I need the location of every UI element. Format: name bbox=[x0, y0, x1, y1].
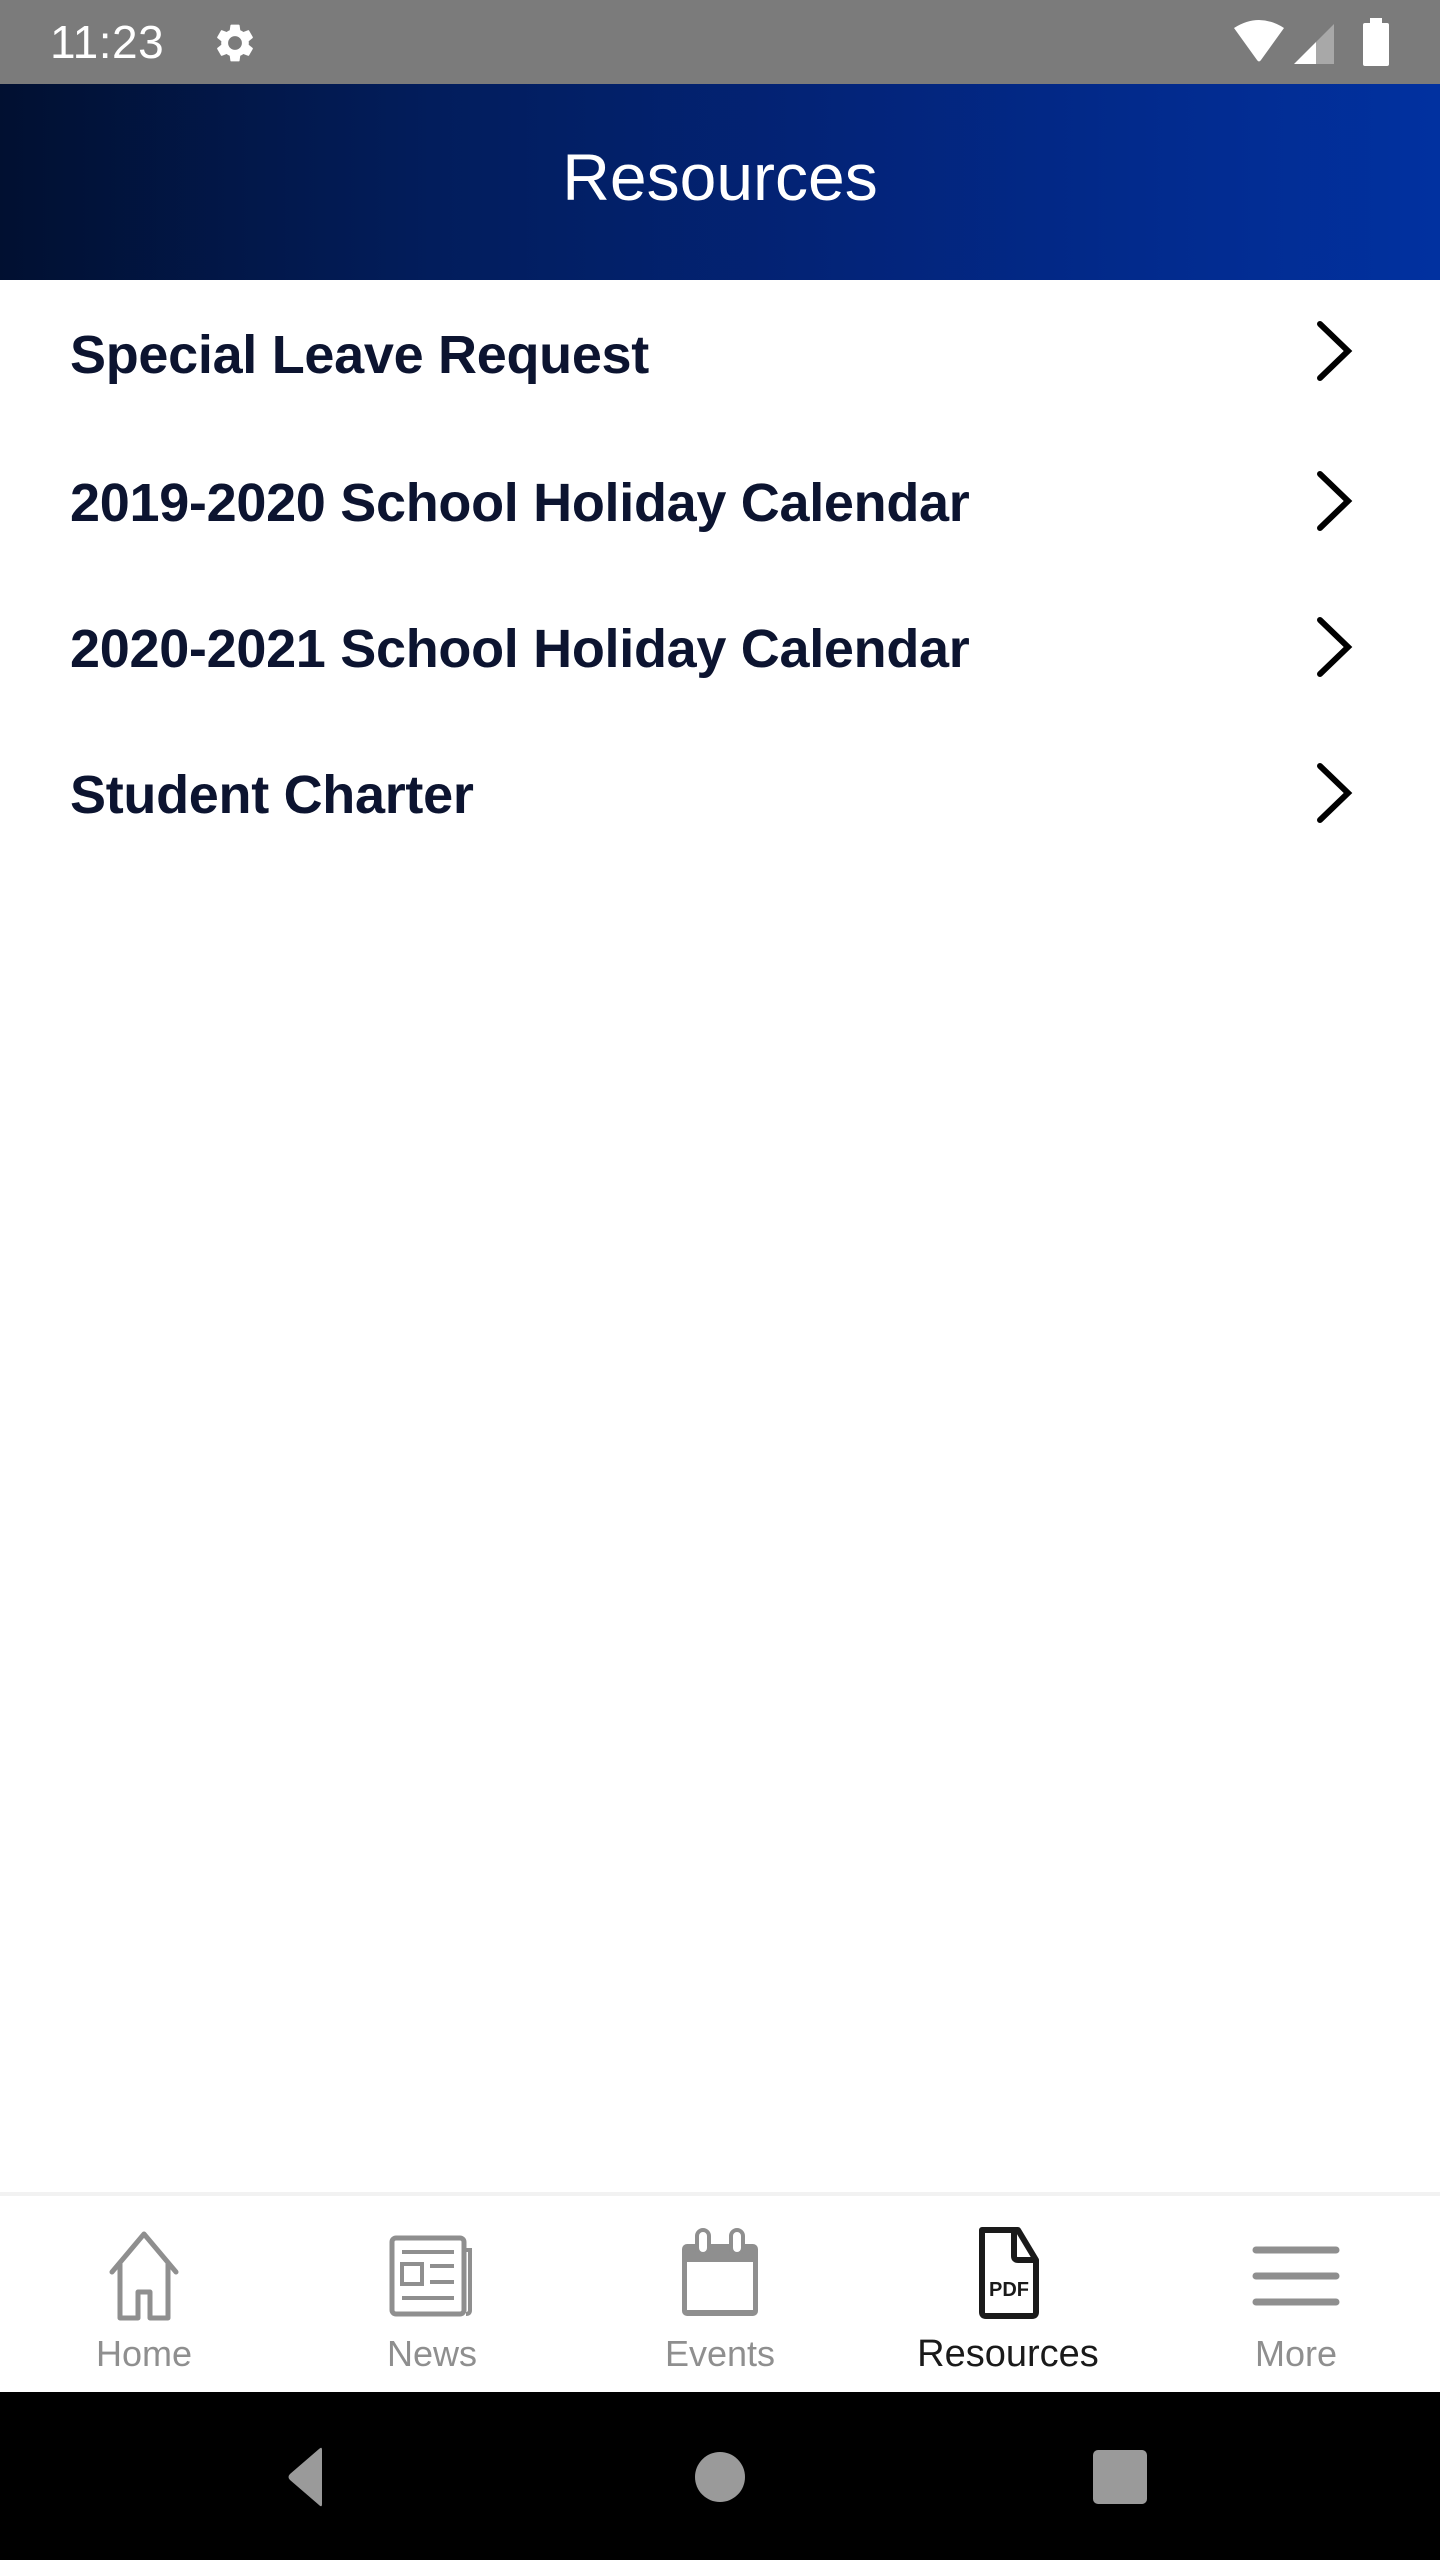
svg-text:PDF: PDF bbox=[989, 2279, 1029, 2301]
resource-item-special-leave-request[interactable]: Special Leave Request bbox=[0, 280, 1440, 430]
home-circle-icon[interactable] bbox=[675, 2432, 765, 2522]
app-header: Resources bbox=[0, 84, 1440, 280]
wifi-icon bbox=[1234, 20, 1284, 62]
nav-label-events: Events bbox=[664, 2333, 776, 2374]
home-icon bbox=[109, 2231, 179, 2321]
pdf-file-icon: PDF bbox=[979, 2227, 1039, 2319]
resource-label: Special Leave Request bbox=[70, 325, 649, 385]
battery-icon bbox=[1363, 18, 1389, 66]
nav-tab-events[interactable]: Events bbox=[576, 2196, 864, 2392]
resource-list: Special Leave Request 2019-2020 School H… bbox=[0, 280, 1440, 868]
nav-tab-home[interactable]: Home bbox=[0, 2196, 288, 2392]
nav-tab-resources[interactable]: PDF Resources bbox=[864, 2196, 1152, 2392]
resource-item-2019-2020-holiday-calendar[interactable]: 2019-2020 School Holiday Calendar bbox=[0, 430, 1440, 576]
nav-tab-news[interactable]: News bbox=[288, 2196, 576, 2392]
chevron-right-icon bbox=[1317, 763, 1353, 823]
chevron-right-icon bbox=[1317, 471, 1353, 531]
status-time: 11:23 bbox=[50, 16, 165, 68]
resource-label: Student Charter bbox=[70, 765, 474, 825]
nav-label-home: Home bbox=[95, 2333, 193, 2374]
bottom-nav: Home News Events PDF Resources More bbox=[0, 2192, 1440, 2392]
chevron-right-icon bbox=[1317, 617, 1353, 677]
resource-item-2020-2021-holiday-calendar[interactable]: 2020-2021 School Holiday Calendar bbox=[0, 576, 1440, 722]
cell-signal-icon bbox=[1294, 24, 1334, 64]
resource-item-student-charter[interactable]: Student Charter bbox=[0, 722, 1440, 868]
back-icon[interactable] bbox=[260, 2432, 350, 2522]
resource-label: 2019-2020 School Holiday Calendar bbox=[70, 473, 970, 533]
system-navigation-bar bbox=[0, 2392, 1440, 2560]
settings-gear-icon bbox=[217, 24, 253, 62]
nav-tab-more[interactable]: More bbox=[1152, 2196, 1440, 2392]
nav-label-news: News bbox=[386, 2333, 478, 2374]
nav-label-more: More bbox=[1254, 2333, 1338, 2374]
hamburger-menu-icon bbox=[1252, 2246, 1340, 2306]
nav-label-resources: Resources bbox=[917, 2333, 1099, 2375]
calendar-icon bbox=[682, 2228, 758, 2316]
chevron-right-icon bbox=[1317, 321, 1353, 381]
recents-square-icon[interactable] bbox=[1075, 2432, 1165, 2522]
resource-label: 2020-2021 School Holiday Calendar bbox=[70, 619, 970, 679]
page-title: Resources bbox=[562, 140, 878, 214]
newspaper-icon bbox=[389, 2235, 472, 2317]
status-bar: 11:23 bbox=[0, 0, 1440, 84]
